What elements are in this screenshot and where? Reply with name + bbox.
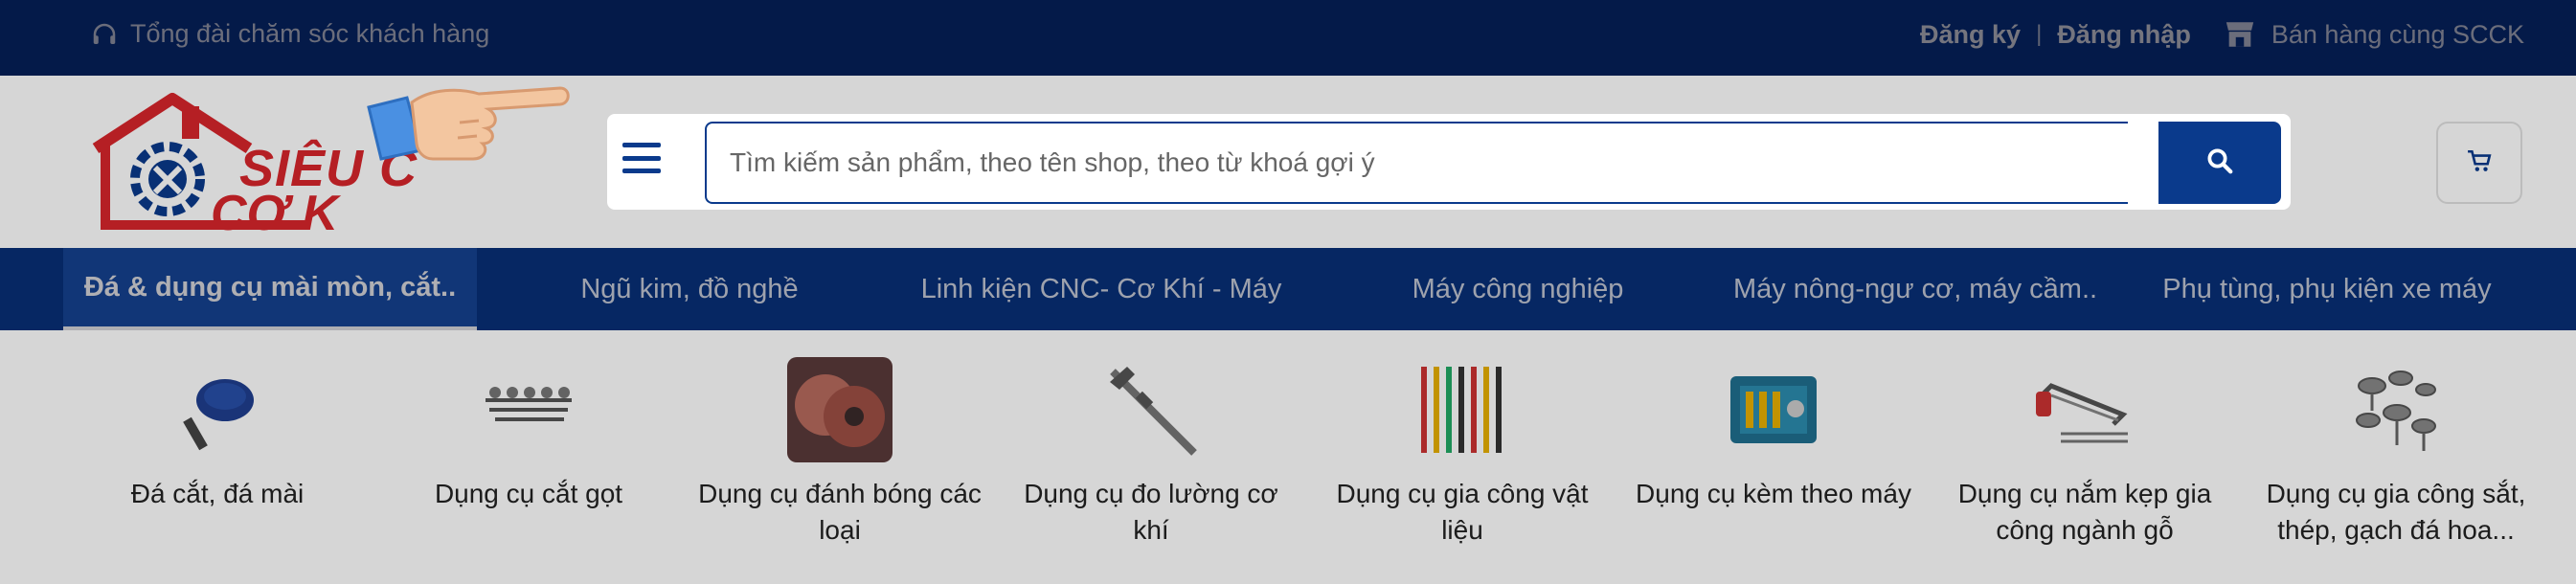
grinding-disc-icon [165,357,270,462]
subcategory-label: Dụng cụ kèm theo máy [1636,479,1911,508]
login-link[interactable]: Đăng nhập [2057,20,2191,50]
logo-text-line2: CƠ K [211,186,339,241]
category-tab-label: Máy công nghiệp [1412,273,1624,304]
search-button[interactable] [2158,122,2281,204]
category-tab-label: Phụ tùng, phụ kiện xe máy [2162,273,2492,304]
customer-hotline-link[interactable]: Tổng đài chăm sóc khách hàng [90,19,489,49]
menu-line [622,168,661,173]
subcategory-item[interactable]: Đá cắt, đá mài [74,357,361,512]
headset-icon [90,20,119,49]
subcategory-item[interactable]: Dụng cụ cắt gọt [385,357,672,512]
sell-with-scck-link[interactable]: Bán hàng cùng SCCK [2224,19,2524,50]
category-tab-industrial-machines[interactable]: Máy công nghiệp [1350,248,1685,330]
hole-saw-set-icon [2343,357,2449,462]
subcategory-item[interactable]: Dụng cụ gia công vật liệu [1319,357,1606,549]
polishing-wheel-icon [787,357,893,462]
subcategory-label: Dụng cụ gia công vật liệu [1336,479,1589,545]
cart-button[interactable] [2436,122,2522,204]
cutting-tools-icon [476,357,581,462]
subcategory-label: Dụng cụ đánh bóng các loại [698,479,982,545]
subcategory-item[interactable]: Dụng cụ đo lường cơ khí [1007,357,1295,549]
hotline-label: Tổng đài chăm sóc khách hàng [130,19,490,48]
category-tab-motorbike-parts[interactable]: Phụ tùng, phụ kiện xe máy [2145,248,2509,330]
subcategory-item[interactable]: Dụng cụ nắm kẹp gia công ngành gỗ [1941,357,2228,549]
subcategory-label: Dụng cụ nắm kẹp gia công ngành gỗ [1957,479,2212,545]
menu-line [622,143,661,147]
category-tab-hardware[interactable]: Ngũ kim, đồ nghề [517,248,862,330]
category-tab-cnc-parts[interactable]: Linh kiện CNC- Cơ Khí - Máy [900,248,1302,330]
search-input[interactable] [705,122,2128,204]
auth-links: Đăng ký | Đăng nhập Bán hàng cùng SCCK [1920,19,2524,50]
caliper-icon [1098,357,1204,462]
category-menu-button[interactable] [622,139,661,177]
hacksaw-icon [2032,357,2137,462]
subcategory-item[interactable]: Dụng cụ kèm theo máy [1630,357,1917,512]
auth-separator: | [2036,21,2043,47]
menu-line [622,155,661,161]
category-tab-abrasives[interactable]: Đá & dụng cụ mài mòn, cắt.. [63,248,477,330]
subcategory-item[interactable]: Dụng cụ đánh bóng các loại [696,357,983,549]
category-tab-label: Ngũ kim, đồ nghề [580,273,799,304]
pointing-hand-icon [364,59,575,174]
subcategory-label: Dụng cụ cắt gọt [434,479,623,508]
subcategory-label: Dụng cụ gia công sắt, thép, gạch đá hoa.… [2266,479,2526,545]
subcategory-label: Dụng cụ đo lường cơ khí [1024,479,1278,545]
seller-label: Bán hàng cùng SCCK [2271,19,2524,49]
cart-icon [2467,149,2492,177]
toolbox-icon [1721,357,1826,462]
category-tab-label: Linh kiện CNC- Cơ Khí - Máy [920,273,1282,304]
register-link[interactable]: Đăng ký [1920,20,2021,50]
subcategory-item[interactable]: Dụng cụ gia công sắt, thép, gạch đá hoa.… [2252,357,2540,549]
subcategory-grid: Đá cắt, đá mài Dụng cụ cắt gọt Dụng cụ đ… [0,330,2576,584]
subcategory-label: Đá cắt, đá mài [130,479,305,508]
search-icon [2205,146,2234,180]
search-bar [607,114,2291,210]
category-tab-agri-machines[interactable]: Máy nông-ngư cơ, máy cầm.. [1724,248,2107,330]
screwdriver-set-icon [1410,357,1515,462]
store-icon [2224,19,2256,50]
category-tab-label: Đá & dụng cụ mài mòn, cắt.. [83,271,457,303]
category-nav: Đá & dụng cụ mài mòn, cắt.. Ngũ kim, đồ … [0,248,2576,330]
category-tab-label: Máy nông-ngư cơ, máy cầm.. [1732,273,2098,304]
